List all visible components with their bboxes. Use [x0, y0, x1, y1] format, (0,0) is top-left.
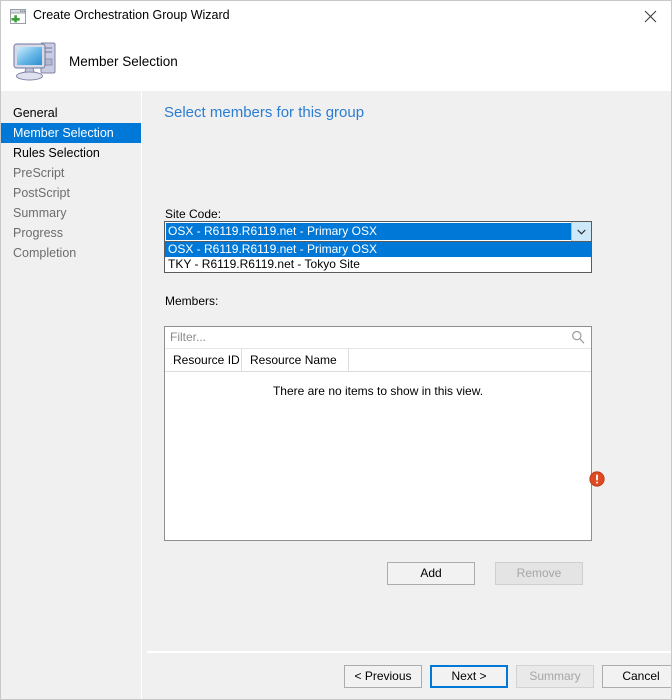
cancel-button[interactable]: Cancel	[602, 665, 671, 688]
computer-icon	[11, 35, 63, 85]
sidebar-item-label: PreScript	[13, 166, 65, 180]
sidebar-item-progress: Progress	[1, 223, 141, 243]
sidebar-item-summary: Summary	[1, 203, 141, 223]
sidebar-item-label: General	[13, 106, 58, 120]
sidebar-item-label: Rules Selection	[13, 146, 100, 160]
next-button[interactable]: Next >	[430, 665, 508, 688]
filter-input[interactable]	[170, 330, 560, 344]
summary-button-label: Summary	[529, 669, 581, 683]
members-table-header: Resource ID Resource Name	[165, 349, 591, 372]
empty-list-message: There are no items to show in this view.	[272, 384, 484, 398]
sidebar-item-general[interactable]: General	[1, 103, 141, 123]
filter-row	[165, 327, 591, 349]
sidebar-item-label: Member Selection	[13, 126, 114, 140]
previous-button[interactable]: < Previous	[344, 665, 422, 688]
sidebar-item-prescript: PreScript	[1, 163, 141, 183]
site-code-option-label: OSX - R6119.R6119.net - Primary OSX	[168, 242, 377, 256]
sidebar-item-rules-selection[interactable]: Rules Selection	[1, 143, 141, 163]
sidebar-item-label: Progress	[13, 226, 64, 240]
add-button-label: Add	[420, 566, 442, 580]
remove-button-label: Remove	[516, 566, 562, 580]
window-title: Create Orchestration Group Wizard	[33, 8, 230, 22]
sidebar-item-postscript: PostScript	[1, 183, 141, 203]
chevron-down-icon[interactable]	[571, 222, 591, 241]
column-header-resource-id[interactable]: Resource ID	[165, 349, 242, 371]
next-button-label: Next >	[451, 669, 487, 683]
site-code-option-label: TKY - R6119.R6119.net - Tokyo Site	[168, 257, 360, 271]
wizard-footer: < Previous Next > Summary Cancel	[147, 653, 671, 699]
error-exclamation-icon[interactable]	[589, 471, 605, 487]
site-code-combobox[interactable]: OSX - R6119.R6119.net - Primary OSX	[164, 221, 592, 242]
wizard-sidebar: General Member Selection Rules Selection…	[1, 91, 142, 699]
sidebar-item-label: Completion	[13, 246, 77, 260]
summary-button: Summary	[516, 665, 594, 688]
sidebar-item-label: Summary	[13, 206, 67, 220]
site-code-selected-value: OSX - R6119.R6119.net - Primary OSX	[166, 223, 571, 240]
members-label: Members:	[165, 294, 219, 308]
wizard-window: Create Orchestration Group Wizard Member…	[0, 0, 672, 700]
column-header-label: Resource Name	[250, 353, 337, 367]
sidebar-item-member-selection[interactable]: Member Selection	[1, 123, 141, 143]
cancel-button-label: Cancel	[622, 669, 660, 683]
site-code-dropdown-list[interactable]: OSX - R6119.R6119.net - Primary OSX TKY …	[164, 242, 592, 273]
section-heading: Select members for this group	[164, 104, 365, 121]
column-header-label: Resource ID	[173, 353, 240, 367]
site-code-label: Site Code:	[165, 207, 222, 221]
site-code-option[interactable]: TKY - R6119.R6119.net - Tokyo Site	[165, 257, 591, 272]
add-button[interactable]: Add	[387, 562, 475, 585]
page-title: Member Selection	[69, 54, 178, 69]
column-header-resource-name[interactable]: Resource Name	[242, 349, 349, 371]
previous-button-label: < Previous	[354, 669, 412, 683]
close-icon[interactable]	[627, 1, 671, 31]
sidebar-item-label: PostScript	[13, 186, 70, 200]
sidebar-nav-list: General Member Selection Rules Selection…	[1, 91, 141, 263]
column-header-filler	[349, 349, 591, 371]
title-bar: Create Orchestration Group Wizard	[1, 1, 671, 32]
window-plus-icon	[10, 9, 26, 24]
main-panel: Select members for this group Site Code:…	[147, 91, 671, 651]
wizard-header: Member Selection	[1, 32, 671, 91]
remove-button: Remove	[495, 562, 583, 585]
site-code-option[interactable]: OSX - R6119.R6119.net - Primary OSX	[165, 242, 591, 257]
members-listview: Resource ID Resource Name There are no i…	[164, 326, 592, 541]
search-icon[interactable]	[571, 330, 585, 344]
sidebar-item-completion: Completion	[1, 243, 141, 263]
